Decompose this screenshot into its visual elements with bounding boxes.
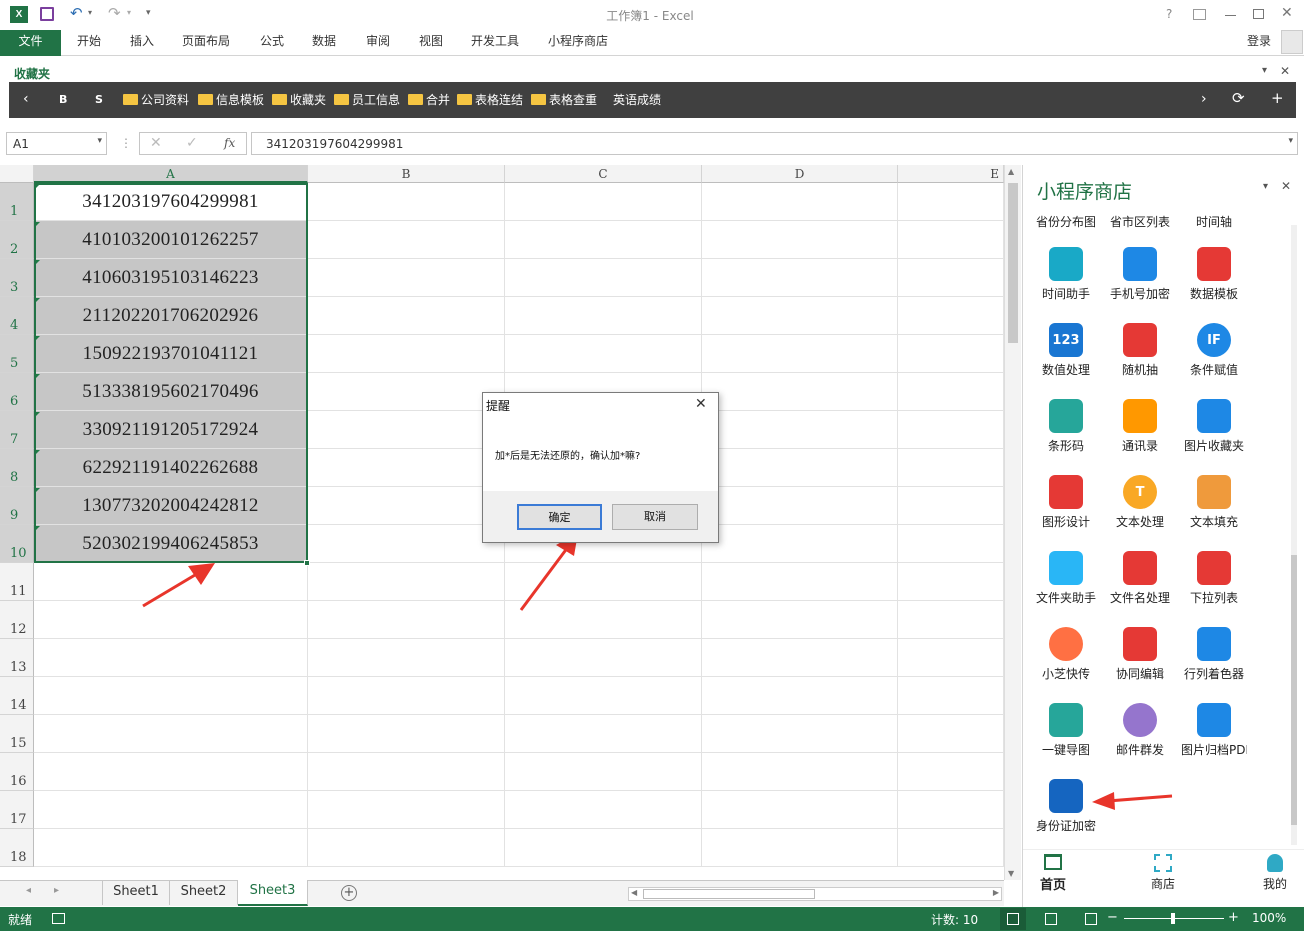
dialog-close-icon[interactable]: ✕ <box>695 396 707 412</box>
dialog-message: 加*后是无法还原的，确认加*嘛? <box>495 451 641 462</box>
arrow-to-ok-button <box>519 533 578 611</box>
cancel-button[interactable]: 取消 <box>612 504 698 530</box>
ok-button[interactable]: 确定 <box>517 504 602 530</box>
reminder-dialog: 提醒 ✕ 加*后是无法还原的，确认加*嘛? 确定 取消 <box>482 392 719 543</box>
arrow-to-column <box>142 563 215 608</box>
arrow-to-id-card-item <box>1092 792 1173 810</box>
dialog-title: 提醒 <box>486 399 511 413</box>
